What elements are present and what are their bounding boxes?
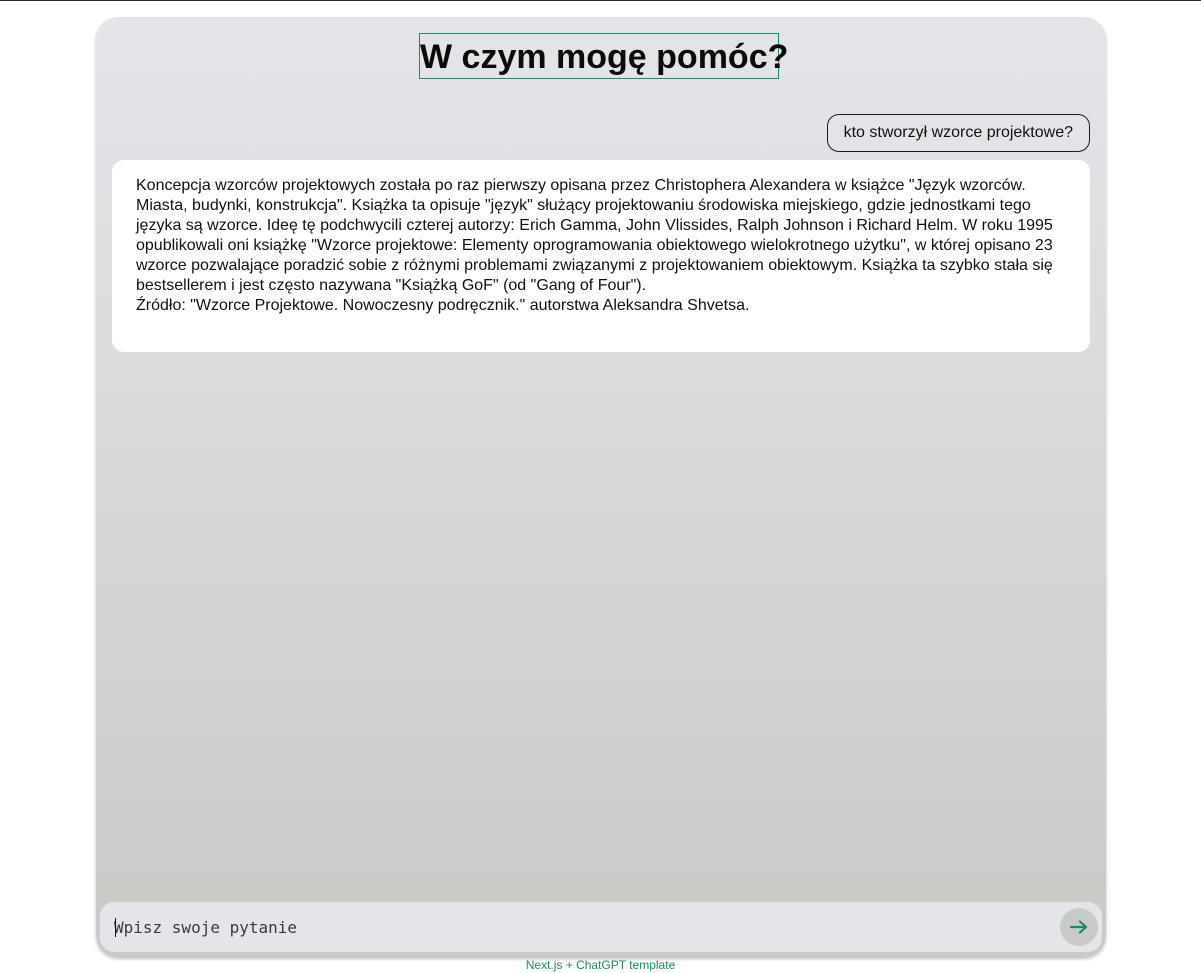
send-button[interactable]	[1060, 908, 1098, 946]
user-message-bubble: kto stworzył wzorce projektowe?	[826, 114, 1090, 152]
assistant-source-text: Źródło: "Wzorce Projektowe. Nowoczesny p…	[136, 297, 750, 314]
top-divider	[0, 0, 1201, 1]
chat-panel: W czym mogę pomóc? kto stworzył wzorce p…	[96, 17, 1106, 957]
arrow-right-icon	[1070, 920, 1088, 934]
assistant-answer-text: Koncepcja wzorców projektowych została p…	[136, 177, 1053, 294]
footer-credit: Next.js + ChatGPT template	[525, 958, 676, 972]
question-input[interactable]	[114, 914, 1014, 940]
question-input-bar	[100, 902, 1102, 952]
page-title: W czym mogę pomóc?	[419, 33, 788, 79]
assistant-message-bubble: Koncepcja wzorców projektowych została p…	[112, 160, 1090, 352]
text-caret	[115, 918, 116, 937]
